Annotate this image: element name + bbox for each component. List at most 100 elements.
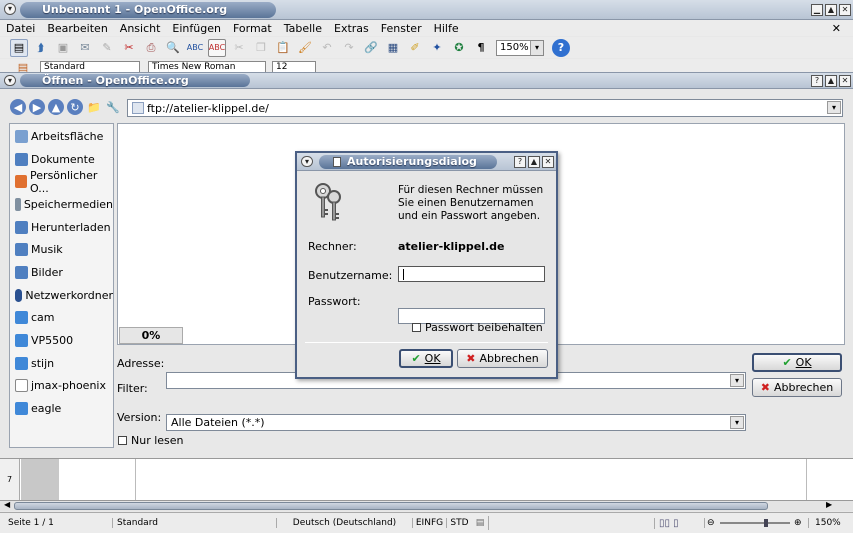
save-icon[interactable]: ▣ <box>54 39 72 57</box>
place-item[interactable]: Persönlicher O... <box>10 169 113 195</box>
zoom-slider[interactable] <box>720 519 790 527</box>
horizontal-scrollbar[interactable]: ◀ ▶ <box>0 500 853 511</box>
spellcheck-icon[interactable]: ABC <box>186 39 204 57</box>
autospellcheck-icon[interactable]: ABC <box>208 38 226 57</box>
folder-icon <box>15 402 28 416</box>
scroll-right-icon[interactable]: ▶ <box>826 500 832 509</box>
place-item[interactable]: Speichermedien <box>10 193 113 216</box>
place-item[interactable]: Musik <box>10 238 113 261</box>
pdf-export-icon[interactable]: ✂ <box>120 39 138 57</box>
copy-icon[interactable]: ❐ <box>252 39 270 57</box>
undo-icon[interactable]: ↶ <box>318 39 336 57</box>
place-item[interactable]: VP5500 <box>10 329 113 352</box>
auth-ok-label: OK <box>424 352 441 365</box>
remember-password-check-box[interactable] <box>412 323 421 332</box>
place-item[interactable]: Herunterladen <box>10 216 113 239</box>
auth-ok-button[interactable]: ✔ OK <box>399 349 453 368</box>
filter-select[interactable]: Alle Dateien (*.*) ▾ <box>166 414 746 431</box>
menu-tabelle[interactable]: Tabelle <box>284 22 322 35</box>
storage-icon <box>15 197 21 211</box>
status-insert-mode[interactable]: EINFG <box>412 518 446 528</box>
close-window-button[interactable]: ✕ <box>839 4 851 16</box>
readonly-check-box[interactable] <box>118 436 127 445</box>
scrollbar-thumb[interactable] <box>14 502 768 510</box>
place-item[interactable]: stijn <box>10 352 113 375</box>
auth-dialog-close-button[interactable]: ✕ <box>542 156 554 168</box>
scroll-left-icon[interactable]: ◀ <box>4 500 10 509</box>
readonly-checkbox[interactable]: Nur lesen <box>118 434 184 447</box>
status-selection-mode[interactable]: STD <box>446 518 472 528</box>
maximize-button[interactable]: ▲ <box>825 4 837 16</box>
location-dropdown-icon[interactable]: ▾ <box>827 101 841 114</box>
hyperlink-icon[interactable]: 🔗 <box>362 39 380 57</box>
place-item[interactable]: jmax-phoenix <box>10 375 113 398</box>
menu-format[interactable]: Format <box>233 22 272 35</box>
downloads-icon <box>15 220 28 234</box>
zoom-out-icon[interactable]: ⊖ <box>704 518 716 528</box>
window-menu-button[interactable]: ▾ <box>4 3 16 15</box>
navigator-icon[interactable]: ✦ <box>428 39 446 57</box>
close-document-icon[interactable]: ✕ <box>832 22 841 35</box>
address-dropdown-icon[interactable]: ▾ <box>730 374 744 387</box>
new-folder-icon[interactable]: 📁 <box>86 99 102 115</box>
show-draw-functions-icon[interactable]: ✐ <box>406 39 424 57</box>
auth-cancel-button[interactable]: ✖ Abbrechen <box>457 349 548 368</box>
table-icon[interactable]: ▦ <box>384 39 402 57</box>
open-dialog-menu-button[interactable]: ▾ <box>4 75 16 86</box>
place-item[interactable]: Bilder <box>10 261 113 284</box>
folder-icon <box>15 356 28 370</box>
location-field[interactable]: ftp://atelier-klippel.de/ ▾ <box>127 99 843 117</box>
menu-extras[interactable]: Extras <box>334 22 369 35</box>
open-dialog-help-button[interactable]: ? <box>811 75 823 87</box>
format-paintbrush-icon[interactable]: 🖌 <box>296 39 314 57</box>
open-dialog-maximize-button[interactable]: ▲ <box>825 75 837 87</box>
place-item[interactable]: Arbeitsfläche <box>10 125 113 148</box>
auth-dialog-menu-button[interactable]: ▾ <box>301 156 313 167</box>
menu-datei[interactable]: Datei <box>6 22 35 35</box>
paste-icon[interactable]: 📋 <box>274 39 292 57</box>
username-input[interactable] <box>398 266 545 282</box>
reload-icon[interactable]: ↻ <box>67 99 83 115</box>
menu-hilfe[interactable]: Hilfe <box>434 22 459 35</box>
open-cancel-button[interactable]: ✖ Abbrechen <box>752 378 842 397</box>
zoom-slider-thumb[interactable] <box>764 519 768 527</box>
version-label: Version: <box>117 411 162 424</box>
redo-icon[interactable]: ↷ <box>340 39 358 57</box>
place-item[interactable]: eagle <box>10 397 113 420</box>
place-item[interactable]: Dokumente <box>10 148 113 171</box>
auth-dialog-separator <box>305 342 548 343</box>
place-item[interactable]: Netzwerkordner <box>10 284 113 307</box>
menu-ansicht[interactable]: Ansicht <box>120 22 161 35</box>
edit-file-icon[interactable]: ✎ <box>98 39 116 57</box>
forward-icon[interactable]: ▶ <box>29 99 45 115</box>
auth-dialog-help-button[interactable]: ? <box>514 156 526 168</box>
open-ok-button[interactable]: ✔ OK <box>752 353 842 372</box>
help-icon[interactable]: ? <box>552 38 570 57</box>
view-layout-icons[interactable]: ▯▯ ▯ <box>654 517 704 529</box>
gallery-icon[interactable]: ✪ <box>450 39 468 57</box>
up-icon[interactable]: ▲ <box>48 99 64 115</box>
menu-fenster[interactable]: Fenster <box>381 22 422 35</box>
menu-einfuegen[interactable]: Einfügen <box>172 22 221 35</box>
minimize-button[interactable]: ▁ <box>811 4 823 16</box>
remember-password-label: Passwort beibehalten <box>425 321 543 334</box>
email-icon[interactable]: ✉ <box>76 39 94 57</box>
place-item[interactable]: cam <box>10 307 113 330</box>
page-preview-icon[interactable]: 🔍 <box>164 39 182 57</box>
back-icon[interactable]: ◀ <box>10 99 26 115</box>
print-icon[interactable]: ⎙ <box>142 39 160 57</box>
zoom-in-icon[interactable]: ⊕ <box>794 518 808 528</box>
zoom-dropdown-icon[interactable]: ▾ <box>530 40 543 55</box>
menu-bearbeiten[interactable]: Bearbeiten <box>47 22 107 35</box>
cut-icon[interactable]: ✂ <box>230 39 248 57</box>
new-document-icon[interactable]: ▤ <box>10 38 28 57</box>
filter-dropdown-icon[interactable]: ▾ <box>730 416 744 429</box>
settings-wrench-icon[interactable]: 🔧 <box>105 99 121 115</box>
open-icon[interactable]: ⮭ <box>32 39 50 57</box>
open-dialog-close-button[interactable]: ✕ <box>839 75 851 87</box>
remember-password-checkbox[interactable]: Passwort beibehalten <box>412 321 543 334</box>
formatting-marks-icon[interactable]: ¶ <box>472 39 490 57</box>
address-label: Adresse: <box>117 357 165 370</box>
auth-dialog-maximize-button[interactable]: ▲ <box>528 156 540 168</box>
zoom-combo[interactable]: 150% ▾ <box>496 39 544 56</box>
